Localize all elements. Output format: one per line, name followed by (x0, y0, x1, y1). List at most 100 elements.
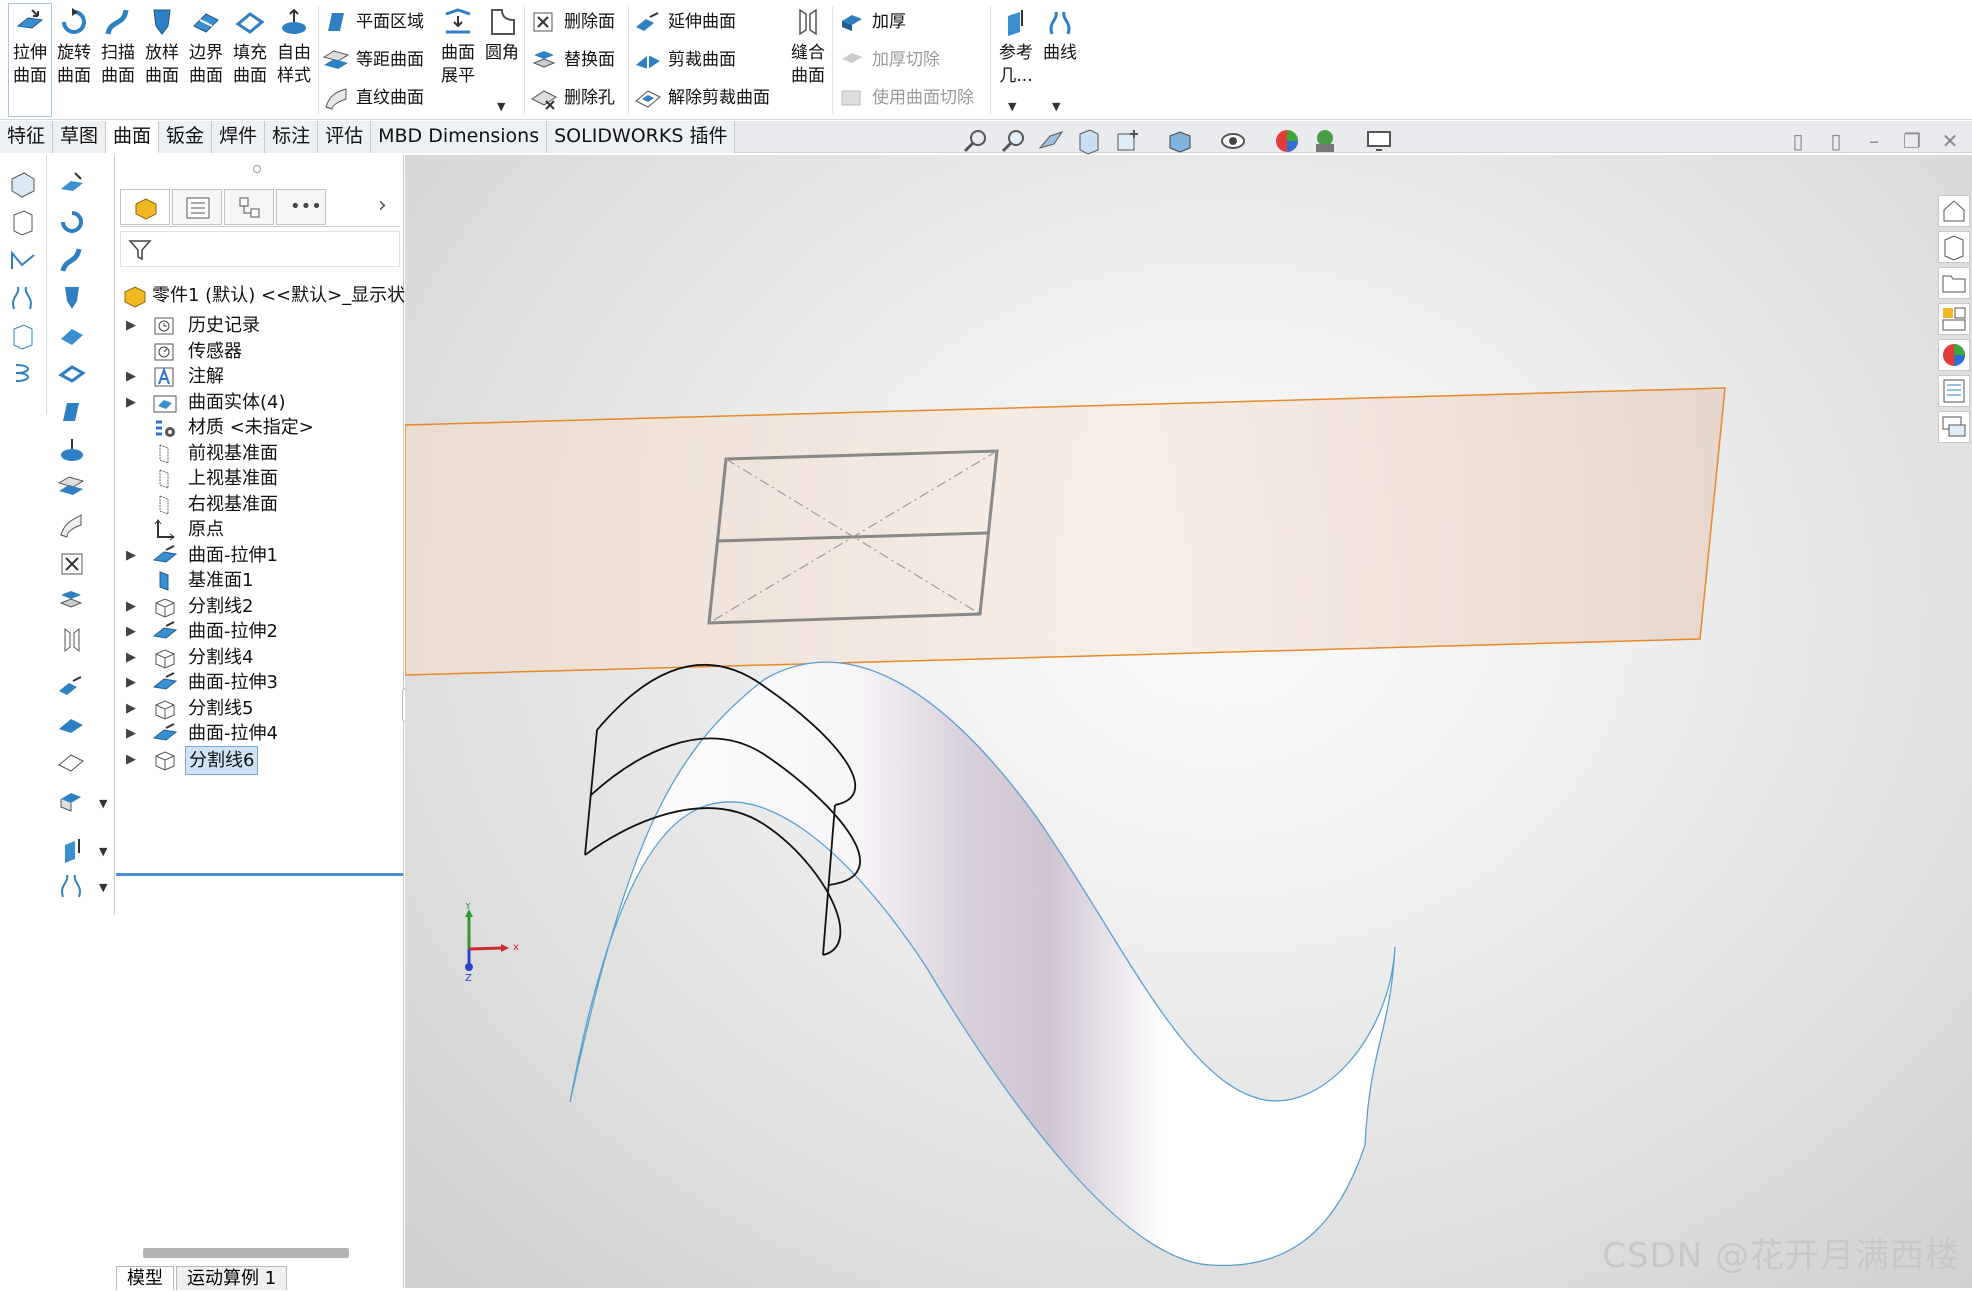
tab-property-manager[interactable] (172, 189, 222, 225)
replace-face-button[interactable]: 替换面 (530, 44, 615, 76)
extrude-surface-button[interactable]: 拉伸 曲面 (8, 3, 52, 117)
tab-sheet-metal[interactable]: 钣金 (159, 121, 213, 153)
offset-surface-button[interactable]: 等距曲面 (322, 44, 424, 76)
thicken-button[interactable]: 加厚 (838, 6, 906, 38)
tree-root-part[interactable]: 零件1 (默认) <<默认>_显示状态 (116, 281, 423, 311)
dropdown-arrow-icon[interactable]: ▼ (99, 845, 107, 858)
sweep-surface-button[interactable]: 扫描 曲面 (96, 4, 140, 116)
tab-motion-study[interactable]: 运动算例 1 (176, 1266, 288, 1290)
tab-weldments[interactable]: 焊件 (212, 121, 266, 153)
fill-surface-button[interactable]: 填充 曲面 (228, 4, 272, 116)
dropdown-arrow-icon[interactable]: ▼ (99, 881, 107, 894)
loft-surface-button[interactable]: 放样 曲面 (140, 4, 184, 116)
view-palette-icon[interactable] (1938, 303, 1970, 335)
tab-more[interactable]: ••• (276, 189, 326, 225)
tree-item[interactable]: ▶ 分割线6 (116, 745, 404, 775)
replace-face-icon (532, 51, 556, 68)
sketch-line-icon[interactable] (8, 245, 38, 275)
zoom-to-area-icon[interactable] (998, 126, 1028, 156)
hide-show-items-icon[interactable] (1218, 126, 1248, 156)
restore-icon[interactable]: ❐ (1900, 130, 1924, 154)
extrude-surface-icon[interactable] (57, 169, 87, 199)
expand-arrow-icon[interactable]: ▶ (126, 745, 140, 775)
freeform-button[interactable]: 自由 样式 (272, 4, 316, 116)
display-style-icon[interactable] (1164, 126, 1194, 156)
revolve-surface-icon[interactable] (57, 207, 87, 237)
trim-surface-button[interactable]: 剪裁曲面 (634, 44, 736, 76)
trim-surface-icon[interactable] (57, 711, 87, 741)
chevron-right-icon[interactable]: › (378, 193, 387, 218)
extruded-boss-icon[interactable] (8, 169, 38, 199)
tile-right-icon[interactable]: ▯ (1824, 130, 1848, 154)
rebuild-icon[interactable] (8, 321, 38, 351)
cube-icon[interactable] (8, 207, 38, 237)
dropdown-arrow-icon[interactable]: ▼ (497, 100, 505, 113)
tab-solidworks-addins[interactable]: SOLIDWORKS 插件 (547, 121, 736, 153)
horizontal-scrollbar[interactable] (143, 1248, 349, 1258)
view-orientation-icon[interactable] (1112, 126, 1142, 156)
delete-hole-button[interactable]: 删除孔 (530, 82, 615, 114)
curve-icon[interactable] (8, 283, 38, 313)
offset-surface-icon[interactable] (57, 473, 87, 503)
tab-configuration-manager[interactable] (224, 189, 274, 225)
thicken-icon[interactable] (57, 787, 87, 817)
custom-properties-icon[interactable] (1938, 375, 1970, 407)
ruled-surface-icon[interactable] (57, 511, 87, 541)
fill-surface-icon[interactable] (57, 359, 87, 389)
tab-evaluate[interactable]: 评估 (318, 121, 372, 153)
boundary-surface-button[interactable]: 边界 曲面 (184, 4, 228, 116)
tile-left-icon[interactable]: ▯ (1786, 130, 1810, 154)
untrim-surface-icon[interactable] (57, 749, 87, 779)
edit-appearance-icon[interactable] (1272, 126, 1302, 156)
home-icon[interactable] (1938, 195, 1970, 227)
extend-surface-icon[interactable] (57, 673, 87, 703)
tab-markup[interactable]: 标注 (265, 121, 319, 153)
dropdown-arrow-icon[interactable]: ▼ (1052, 100, 1060, 113)
knit-surface-button[interactable]: 缝合 曲面 (786, 4, 830, 116)
reference-geometry-icon[interactable] (57, 835, 87, 865)
tab-surfaces[interactable]: 曲面 (106, 121, 160, 153)
flatten-surface-button[interactable]: 曲面 展平 (436, 4, 480, 116)
untrim-surface-button[interactable]: 解除剪裁曲面 (634, 82, 770, 114)
tab-sketch[interactable]: 草图 (53, 121, 107, 153)
tab-mbd-dimensions[interactable]: MBD Dimensions (371, 121, 548, 153)
datum-plane[interactable] (405, 387, 1726, 676)
tab-model[interactable]: 模型 (116, 1266, 174, 1290)
delete-face-icon[interactable] (57, 549, 87, 579)
close-icon[interactable]: ✕ (1938, 130, 1962, 154)
tree-filter-field[interactable] (120, 231, 400, 267)
apply-scene-icon[interactable] (1310, 126, 1340, 156)
zoom-to-fit-icon[interactable] (960, 126, 990, 156)
previous-view-icon[interactable] (1036, 126, 1066, 156)
view-settings-icon[interactable] (1364, 126, 1394, 156)
panel-grip-icon[interactable] (253, 165, 261, 173)
minimize-icon[interactable]: – (1862, 130, 1886, 154)
delete-face-button[interactable]: 删除面 (530, 6, 615, 38)
replace-face-icon[interactable] (57, 587, 87, 617)
planar-surface-button[interactable]: 平面区域 (322, 6, 424, 38)
revolve-surface-button[interactable]: 旋转 曲面 (52, 4, 96, 116)
dropdown-arrow-icon[interactable]: ▼ (99, 797, 107, 810)
planar-surface-icon[interactable] (57, 397, 87, 427)
knit-surface-icon[interactable] (57, 625, 87, 655)
rollback-bar[interactable] (116, 873, 403, 876)
tab-features[interactable]: 特征 (0, 121, 54, 153)
extend-surface-button[interactable]: 延伸曲面 (634, 6, 736, 38)
untrim-surface-icon (635, 90, 661, 108)
sweep-surface-icon[interactable] (57, 245, 87, 275)
folder-icon[interactable] (1938, 267, 1970, 299)
appearances-icon[interactable] (1938, 339, 1970, 371)
ruled-surface-button[interactable]: 直纹曲面 (322, 82, 424, 114)
boundary-surface-icon[interactable] (57, 321, 87, 351)
section-view-icon[interactable] (1074, 126, 1104, 156)
curves-icon[interactable] (57, 871, 87, 901)
freeform-icon[interactable] (57, 435, 87, 465)
dropdown-arrow-icon[interactable]: ▼ (1008, 100, 1016, 113)
loft-surface-icon[interactable] (57, 283, 87, 313)
graphics-area[interactable]: Y x Z (405, 155, 1972, 1288)
tab-feature-tree[interactable] (120, 189, 170, 225)
triad-y-label: Y (464, 903, 472, 912)
helix-icon[interactable] (8, 359, 38, 389)
forum-icon[interactable] (1938, 411, 1970, 443)
resources-icon[interactable] (1938, 231, 1970, 263)
